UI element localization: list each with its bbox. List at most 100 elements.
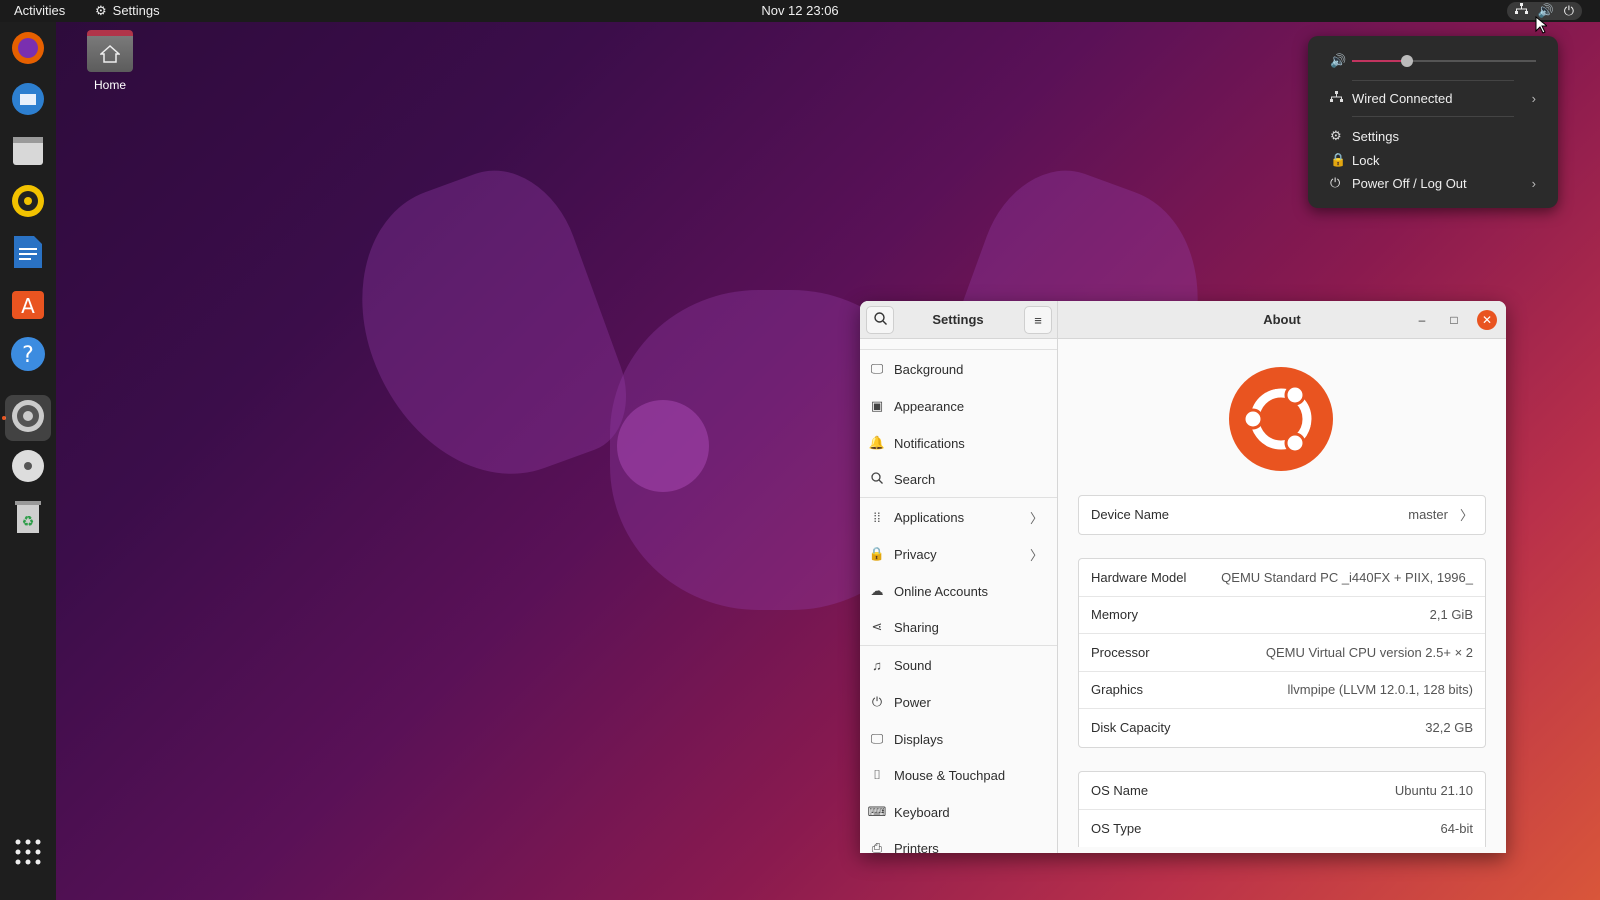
info-value: QEMU Standard PC _i440FX + PIIX, 1996_ <box>1221 569 1473 585</box>
lock-icon: 🔒 <box>1330 152 1347 167</box>
home-folder-label: Home <box>93 78 126 92</box>
info-label: Hardware Model <box>1091 569 1187 585</box>
sidebar-item-label: Online Accounts <box>894 583 988 599</box>
settings-sidebar: 🖵 Background ▣ Appearance 🔔 Notification… <box>860 339 1058 853</box>
sidebar-item-label: Power <box>894 694 931 710</box>
ubuntu-logo <box>1228 366 1334 477</box>
app-menu-button[interactable]: ⚙ Settings <box>95 0 160 22</box>
sidebar-item-sharing[interactable]: ⋖ Sharing <box>860 609 1057 645</box>
power-off-menu-item[interactable]: ⏻ Power Off / Log Out › <box>1330 173 1536 193</box>
wired-connected-item[interactable]: Wired Connected › <box>1330 88 1536 108</box>
sidebar-item-search[interactable]: Search <box>860 461 1057 497</box>
svg-text:A: A <box>21 294 35 318</box>
primary-menu-button[interactable]: ≡ <box>1024 306 1052 334</box>
sidebar-item-appearance[interactable]: ▣ Appearance <box>860 388 1057 424</box>
chevron-right-icon: 〉 <box>1029 510 1043 526</box>
svg-text:♻: ♻ <box>22 514 35 530</box>
sidebar-item-mouse-touchpad[interactable]: ⌷ Mouse & Touchpad <box>860 757 1057 793</box>
sidebar-item-label: Sound <box>894 657 932 673</box>
minimize-icon: – <box>1418 313 1426 327</box>
desktop-home-folder[interactable]: Home <box>84 30 136 92</box>
show-apps-button[interactable] <box>8 834 48 874</box>
power-off-menu-label: Power Off / Log Out <box>1352 175 1467 191</box>
power-icon: ⏻ <box>1330 175 1341 190</box>
settings-menu-item[interactable]: ⚙ Settings <box>1330 126 1536 146</box>
sidebar-item-power[interactable]: ⏻ Power <box>860 684 1057 720</box>
os-info-card: OS Name Ubuntu 21.10 OS Type 64-bit <box>1078 771 1486 847</box>
info-value: 64-bit <box>1440 820 1473 836</box>
gear-icon: ⚙ <box>1330 128 1342 143</box>
app-menu-label: Settings <box>112 3 160 18</box>
settings-window: Settings ≡ About – □ ✕ 🖵 Background ▣ Ap… <box>860 301 1506 853</box>
wired-connected-label: Wired Connected <box>1352 90 1453 106</box>
sidebar-item-label: Mouse & Touchpad <box>894 767 1006 783</box>
sidebar-item-background[interactable]: 🖵 Background <box>860 351 1057 387</box>
sidebar-item-displays[interactable]: 🖵 Displays <box>860 721 1057 757</box>
disc-launcher[interactable] <box>8 448 48 488</box>
minimize-button[interactable]: – <box>1412 310 1432 330</box>
search-icon <box>860 471 894 487</box>
hardware-info-card: Hardware Model QEMU Standard PC _i440FX … <box>1078 558 1486 748</box>
sidebar-item-printers[interactable]: ⎙ Printers <box>860 830 1057 853</box>
chevron-right-icon: › <box>1531 175 1536 191</box>
settings-launcher[interactable] <box>5 395 51 441</box>
sidebar-item-label: Search <box>894 471 936 487</box>
apps-grid-icon <box>14 838 42 871</box>
settings-gear-icon <box>10 398 46 439</box>
rhythmbox-launcher[interactable] <box>8 183 48 223</box>
help-launcher[interactable]: ? <box>8 336 48 376</box>
activities-button[interactable]: Activities <box>14 0 65 22</box>
sidebar-item-privacy[interactable]: 🔒 Privacy 〉 <box>860 536 1057 572</box>
sidebar-item-online-accounts[interactable]: ☁ Online Accounts <box>860 573 1057 609</box>
content-headerbar: About – □ ✕ <box>1058 301 1506 339</box>
dock: A ? ♻ <box>0 22 56 900</box>
trash-launcher[interactable]: ♻ <box>8 499 48 539</box>
rhythmbox-icon <box>11 184 45 223</box>
sidebar-separator <box>860 497 1057 498</box>
sidebar-item-label: Keyboard <box>894 804 950 820</box>
volume-slider[interactable] <box>1352 55 1536 67</box>
menu-separator <box>1352 80 1514 81</box>
firefox-launcher[interactable] <box>8 30 48 70</box>
help-icon: ? <box>10 336 46 377</box>
close-button[interactable]: ✕ <box>1477 310 1497 330</box>
chevron-right-icon: 〉 <box>1459 508 1473 524</box>
sidebar-separator <box>860 645 1057 646</box>
software-launcher[interactable]: A <box>8 285 48 325</box>
page-title: About <box>1263 312 1301 327</box>
thunderbird-icon <box>10 81 46 122</box>
chevron-right-icon: 〉 <box>1029 547 1043 563</box>
sidebar-item-sound[interactable]: ♫ Sound <box>860 647 1057 683</box>
mouse-icon: ⌷ <box>873 767 881 782</box>
info-value: 2,1 GiB <box>1429 607 1473 623</box>
menu-separator <box>1352 116 1514 117</box>
files-launcher[interactable] <box>8 132 48 172</box>
system-status-menu: 🔊 Wired Connected › ⚙ Settings 🔒 Lock ⏻ … <box>1308 36 1558 208</box>
maximize-button[interactable]: □ <box>1444 310 1464 330</box>
sidebar-item-keyboard[interactable]: ⌨ Keyboard <box>860 794 1057 830</box>
display-icon: 🖵 <box>870 731 884 746</box>
sidebar-item-notifications[interactable]: 🔔 Notifications <box>860 425 1057 461</box>
optical-disc-icon <box>10 448 46 489</box>
gear-icon: ⚙ <box>95 3 107 18</box>
lock-icon: 🔒 <box>868 546 886 561</box>
maximize-icon: □ <box>1450 313 1458 327</box>
sidebar-headerbar: Settings ≡ <box>860 301 1058 339</box>
info-label: Disk Capacity <box>1091 720 1171 736</box>
sidebar-item-applications[interactable]: ⁞⁞ Applications 〉 <box>860 499 1057 535</box>
clock-button[interactable]: Nov 12 23:06 <box>761 0 838 22</box>
chevron-right-icon: › <box>1531 90 1536 106</box>
monitor-icon: 🖵 <box>870 361 884 376</box>
info-row: Processor QEMU Virtual CPU version 2.5+ … <box>1079 634 1485 672</box>
wallpaper-mascot-wing-left <box>325 149 645 511</box>
sidebar-item-label: Appearance <box>894 398 965 414</box>
thunderbird-launcher[interactable] <box>8 81 48 121</box>
music-note-icon: ♫ <box>872 657 882 673</box>
device-name-label: Device Name <box>1091 507 1170 523</box>
info-row: Graphics llvmpipe (LLVM 12.0.1, 128 bits… <box>1079 672 1485 709</box>
device-name-row[interactable]: Device Name master 〉 <box>1079 496 1485 534</box>
sidebar-item-label: Printers <box>894 840 939 854</box>
writer-launcher[interactable] <box>8 234 48 274</box>
lock-menu-item[interactable]: 🔒 Lock <box>1330 150 1536 170</box>
search-button[interactable] <box>866 306 894 334</box>
